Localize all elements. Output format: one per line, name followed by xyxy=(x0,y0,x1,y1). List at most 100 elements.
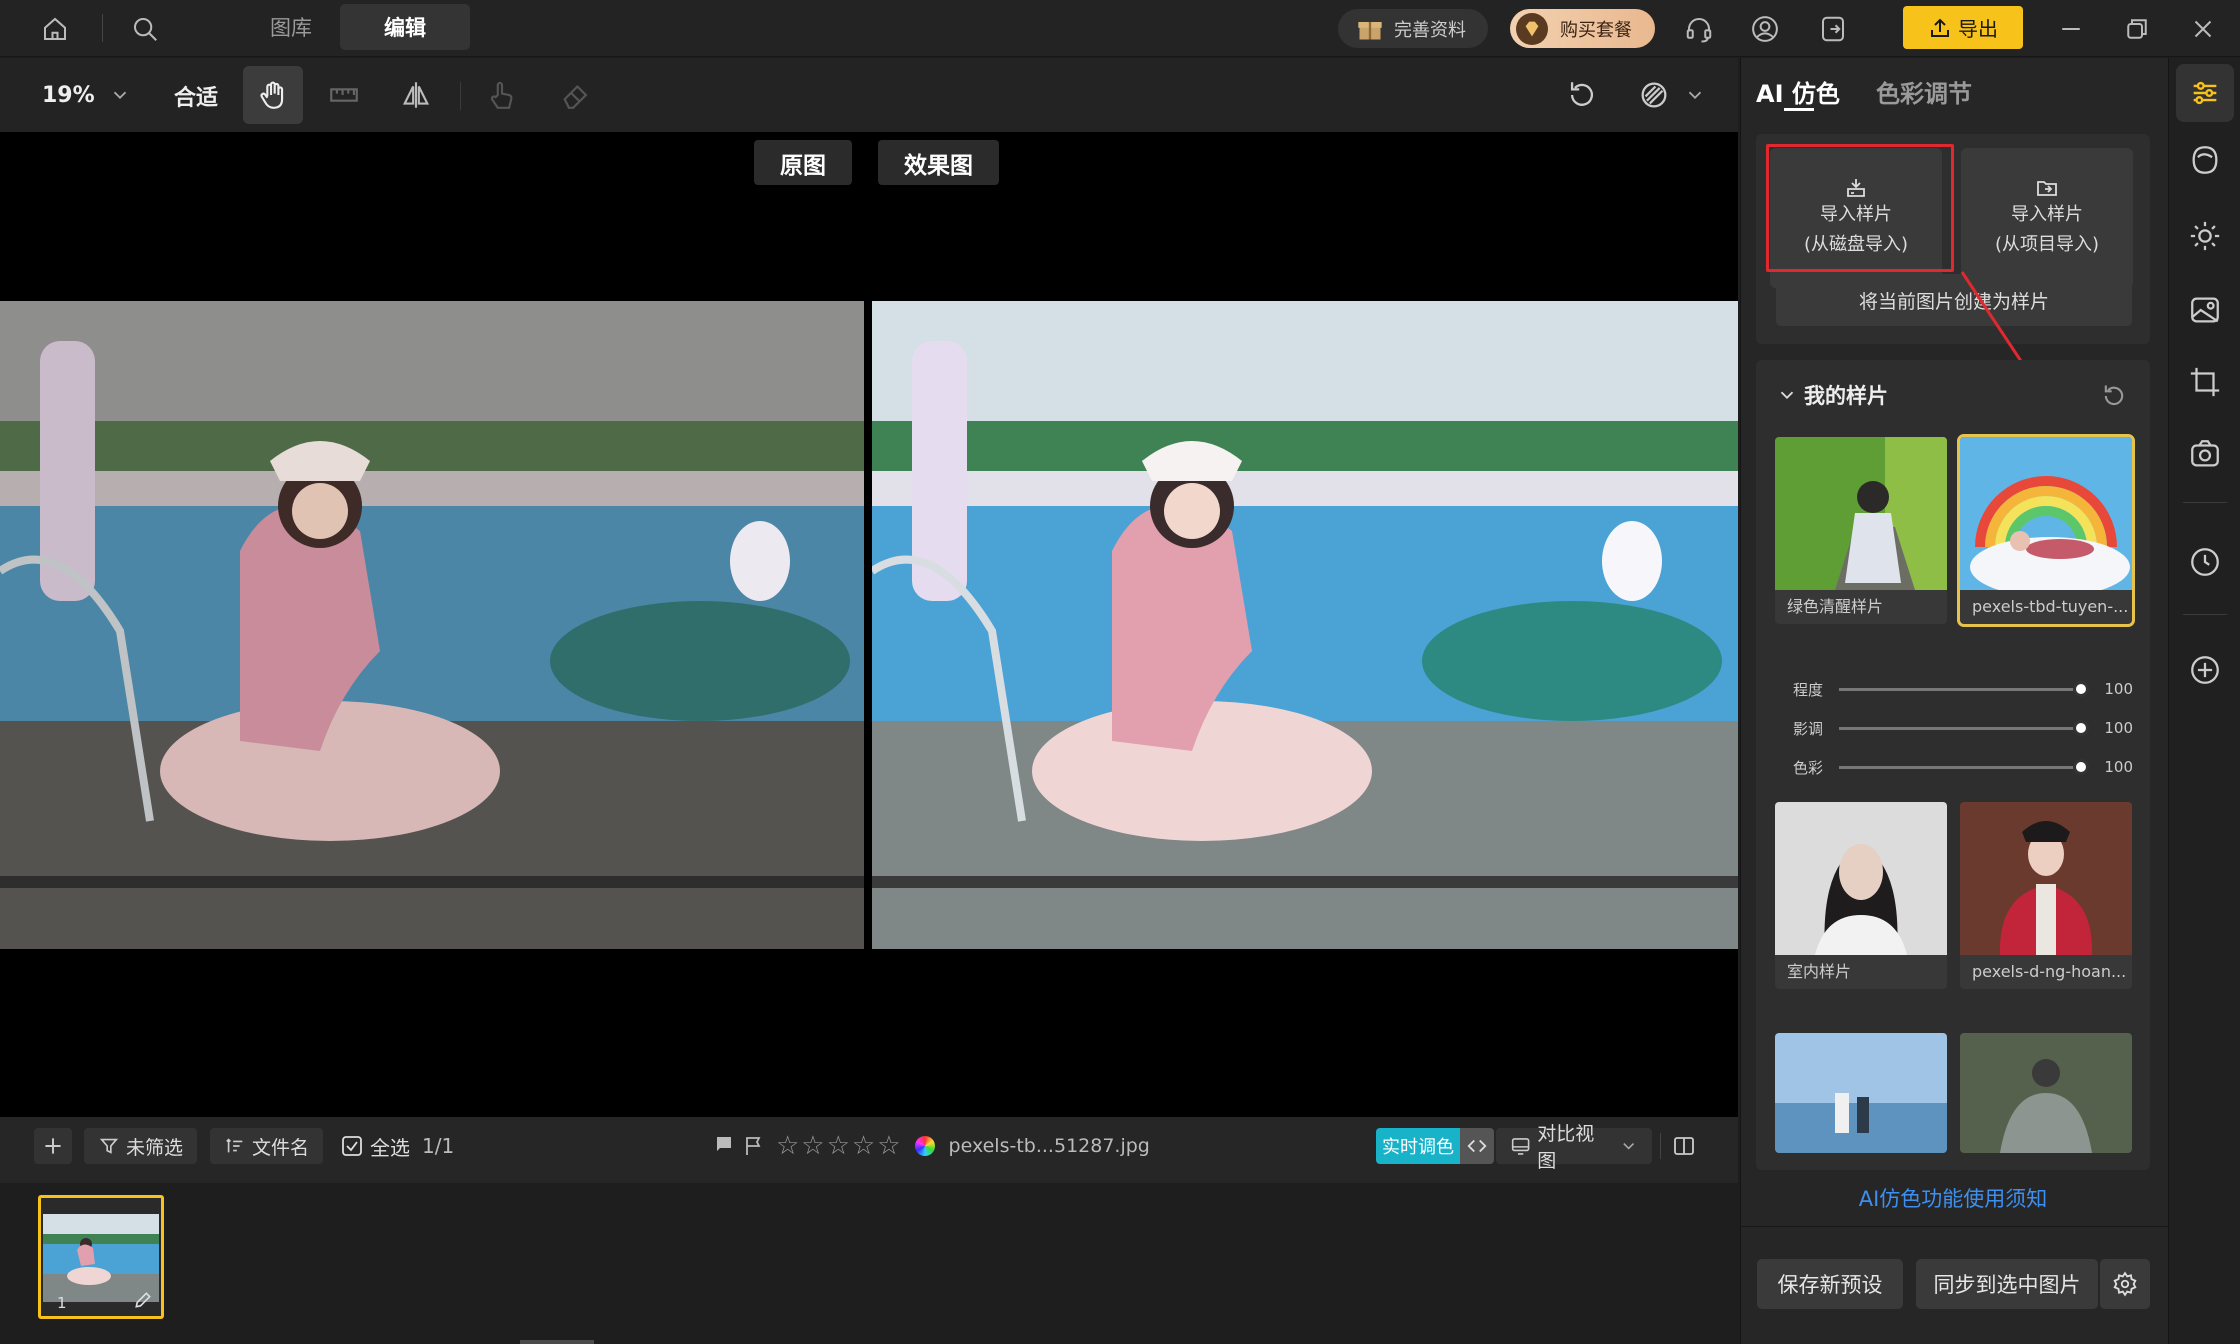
rating-flags: ☆☆☆☆☆ pexels-tb...51287.jpg xyxy=(712,1130,1150,1162)
my-samples-header[interactable]: 我的样片 xyxy=(1776,380,1888,410)
flag-reject-icon[interactable] xyxy=(742,1134,766,1158)
complete-profile-button[interactable]: 完善资料 xyxy=(1338,9,1488,48)
refresh-icon[interactable] xyxy=(2100,382,2128,410)
select-all-checkbox[interactable]: 全选 1/1 xyxy=(340,1128,454,1164)
create-sample-button[interactable]: 将当前图片创建为样片 xyxy=(1776,274,2132,326)
restore-icon[interactable] xyxy=(2118,10,2156,48)
sliders-icon xyxy=(2193,81,2217,105)
image-tool[interactable] xyxy=(2183,288,2227,332)
tone-slider[interactable]: 影调 100 xyxy=(1793,713,2133,743)
flip-tool[interactable] xyxy=(386,66,446,124)
realtime-toggle[interactable]: 实时调色 xyxy=(1376,1128,1494,1164)
original-toggle[interactable]: 原图 xyxy=(754,140,852,185)
export-button[interactable]: 导出 xyxy=(1903,6,2023,49)
active-tab-indicator xyxy=(1784,108,1814,111)
slider-knob[interactable] xyxy=(2073,680,2089,697)
sort-icon xyxy=(226,1138,243,1153)
slider-track[interactable] xyxy=(1839,719,2089,736)
sample-card[interactable]: 绿色清醒样片 xyxy=(1775,437,1947,624)
chevron-down-icon[interactable] xyxy=(1684,84,1706,110)
hand-tool[interactable] xyxy=(243,66,303,124)
filmstrip-thumbnail[interactable]: 1 xyxy=(38,1195,164,1319)
import-from-project-button[interactable]: 导入样片 (从项目导入) xyxy=(1961,148,2133,288)
star-rating[interactable]: ☆☆☆☆☆ xyxy=(776,1131,903,1161)
slider-knob[interactable] xyxy=(2073,758,2089,775)
headset-icon[interactable] xyxy=(1680,10,1718,48)
strength-slider[interactable]: 程度 100 xyxy=(1793,674,2133,704)
overlay-button[interactable] xyxy=(1624,66,1684,124)
fit-button[interactable]: 合适 xyxy=(174,80,218,112)
home-icon[interactable] xyxy=(36,10,74,48)
sample-card[interactable] xyxy=(1960,1033,2132,1153)
rotate-icon xyxy=(1570,82,1594,106)
ruler-icon xyxy=(330,88,358,102)
sample-image xyxy=(1775,437,1947,590)
upload-icon xyxy=(1931,18,1949,37)
undo-button[interactable] xyxy=(1552,66,1612,124)
slider-track[interactable] xyxy=(1839,758,2089,775)
user-icon[interactable] xyxy=(1746,10,1784,48)
sample-card[interactable]: 室内样片 xyxy=(1775,802,1947,989)
eraser-tool[interactable] xyxy=(546,66,606,124)
logout-icon[interactable] xyxy=(1814,10,1852,48)
split-view-button[interactable] xyxy=(1666,1128,1702,1164)
tab-ai-color[interactable]: AI 仿色 xyxy=(1756,74,1840,109)
divider xyxy=(1740,1226,2168,1227)
tab-color-adjust[interactable]: 色彩调节 xyxy=(1876,74,1972,109)
tab-gallery[interactable]: 图库 xyxy=(226,4,356,50)
minimize-icon[interactable] xyxy=(2052,10,2090,48)
light-tool[interactable] xyxy=(2183,214,2227,258)
history-tool[interactable] xyxy=(2183,540,2227,584)
divider xyxy=(2183,614,2227,615)
crop-tool[interactable] xyxy=(2183,360,2227,404)
sort-button[interactable]: 文件名 xyxy=(210,1128,324,1164)
realtime-label: 实时调色 xyxy=(1376,1128,1460,1164)
filter-button[interactable]: 未筛选 xyxy=(84,1128,198,1164)
ruler-tool[interactable] xyxy=(314,66,374,124)
import-project-label: 导入样片 xyxy=(2011,204,2083,225)
slider-label: 程度 xyxy=(1793,680,1824,699)
add-button[interactable] xyxy=(34,1128,72,1164)
slider-value: 100 xyxy=(2104,680,2133,698)
adjust-tool[interactable] xyxy=(2176,64,2234,122)
slider-track[interactable] xyxy=(1839,680,2089,697)
slider-knob[interactable] xyxy=(2073,719,2089,736)
add-tool[interactable] xyxy=(2183,648,2227,692)
color-slider[interactable]: 色彩 100 xyxy=(1793,752,2133,782)
camera-icon xyxy=(2191,440,2219,467)
title-bar: 图库 编辑 完善资料 购买套餐 导出 xyxy=(0,0,2240,57)
diamond-icon xyxy=(1516,12,1548,45)
scrollbar[interactable] xyxy=(520,1340,594,1344)
search-icon[interactable] xyxy=(126,10,164,48)
compare-view-select[interactable]: 对比视图 xyxy=(1496,1123,1652,1172)
thumbnail-image xyxy=(43,1214,159,1302)
hand-icon xyxy=(260,81,284,109)
sample-card[interactable] xyxy=(1775,1033,1947,1153)
edit-toolbar: 19% 合适 xyxy=(0,58,1738,132)
code-icon xyxy=(1460,1128,1494,1164)
sync-button[interactable]: 同步到选中图片 xyxy=(1916,1259,2098,1309)
effect-toggle[interactable]: 效果图 xyxy=(878,140,999,185)
effect-image xyxy=(872,301,1738,949)
filmstrip: 1 xyxy=(0,1183,1738,1344)
tab-edit[interactable]: 编辑 xyxy=(340,4,470,50)
sample-card[interactable]: pexels-tbd-tuyen-... xyxy=(1957,434,2135,627)
slider-value: 100 xyxy=(2104,758,2133,776)
sample-card[interactable]: pexels-d-ng-hoan... xyxy=(1960,802,2132,989)
original-image xyxy=(0,301,864,949)
camera-tool[interactable] xyxy=(2183,432,2227,476)
monitor-icon xyxy=(1511,1138,1530,1155)
zoom-select[interactable]: 19% xyxy=(42,78,131,112)
close-icon[interactable] xyxy=(2184,10,2222,48)
color-label-icon[interactable] xyxy=(914,1136,935,1156)
buy-package-button[interactable]: 购买套餐 xyxy=(1510,9,1655,48)
face-tool[interactable] xyxy=(2183,138,2227,182)
settings-button[interactable] xyxy=(2100,1259,2150,1309)
tab-edit-label: 编辑 xyxy=(384,16,426,40)
save-preset-button[interactable]: 保存新预设 xyxy=(1757,1259,1903,1309)
touch-tool[interactable] xyxy=(472,66,532,124)
divider xyxy=(102,14,103,42)
flag-pick-icon[interactable] xyxy=(712,1134,736,1158)
tab-gallery-label: 图库 xyxy=(270,16,312,40)
help-link[interactable]: AI仿色功能使用须知 xyxy=(1756,1183,2150,1213)
